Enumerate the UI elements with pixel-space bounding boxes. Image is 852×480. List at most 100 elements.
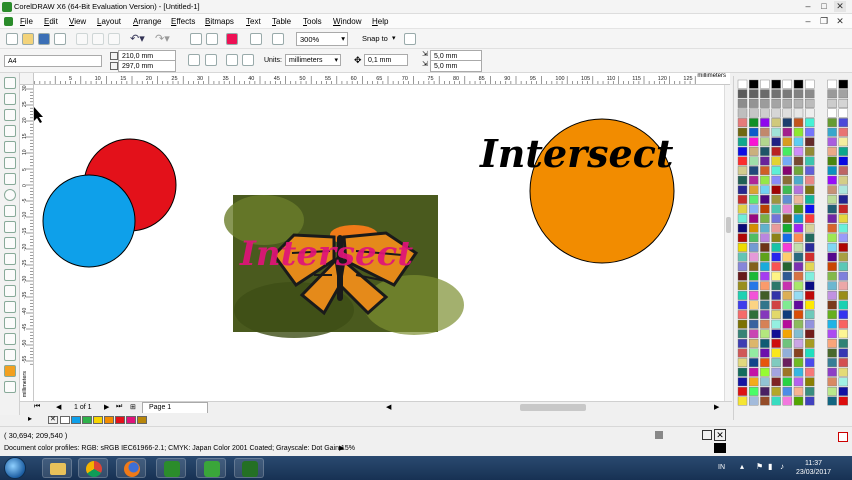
paste-icon[interactable] [108,33,120,45]
palette-swatch[interactable] [838,146,849,156]
palette-swatch[interactable] [793,79,804,89]
palette-swatch[interactable] [793,396,804,406]
dimension-tool-icon[interactable] [4,269,16,281]
palette-swatch[interactable] [748,329,759,339]
palette-swatch[interactable] [838,223,849,233]
palette-swatch[interactable] [737,339,748,348]
palette-swatch[interactable] [782,310,792,319]
palette-swatch[interactable] [748,175,759,185]
palette-swatch[interactable] [771,348,781,358]
palette-swatch[interactable] [838,329,849,339]
menu-effects[interactable]: Effects [171,17,195,26]
palette-swatch[interactable] [838,339,849,348]
palette-swatch[interactable] [737,358,748,367]
palette-swatch[interactable] [760,223,770,233]
palette-swatch[interactable] [827,166,837,176]
palette-swatch[interactable] [771,108,781,118]
palette-swatch[interactable] [771,290,781,300]
document-palette-swatch[interactable] [104,416,114,424]
palette-swatch[interactable] [827,252,837,262]
options-icon[interactable] [404,33,416,45]
menu-text[interactable]: Text [246,17,261,26]
palette-swatch[interactable] [793,290,804,300]
palette-swatch[interactable] [827,214,837,223]
palette-swatch[interactable] [838,290,849,300]
palette-swatch[interactable] [737,367,748,377]
import-icon[interactable] [190,33,202,45]
palette-swatch[interactable] [737,348,748,358]
palette-swatch[interactable] [737,290,748,300]
palette-swatch[interactable] [838,252,849,262]
palette-swatch[interactable] [737,156,748,166]
ruler-origin[interactable] [20,73,34,85]
palette-swatch[interactable] [737,329,748,339]
palette-swatch[interactable] [771,319,781,329]
palette-swatch[interactable] [782,233,792,243]
drawing-canvas[interactable]: Intersect Intersect [34,85,724,401]
palette-swatch[interactable] [793,194,804,204]
flag-icon[interactable]: ⚑ [756,462,763,471]
palette-swatch[interactable] [804,319,815,329]
palette-swatch[interactable] [827,194,837,204]
palette-swatch[interactable] [793,358,804,367]
palette-swatch[interactable] [827,233,837,243]
palette-swatch[interactable] [838,127,849,137]
palette-swatch[interactable] [737,79,748,89]
palette-swatch[interactable] [760,118,770,128]
palette-swatch[interactable] [793,118,804,128]
rectangle-tool-icon[interactable] [4,173,16,185]
smart-fill-icon[interactable] [4,157,16,169]
freehand-tool-icon[interactable] [4,141,16,153]
palette-swatch[interactable] [782,329,792,339]
palette-swatch[interactable] [793,348,804,358]
close-icon[interactable]: ✕ [834,1,846,12]
palette-swatch[interactable] [748,127,759,137]
palette-swatch[interactable] [827,108,837,118]
palette-swatch[interactable] [782,146,792,156]
corel-app2-taskbar-icon[interactable] [196,458,226,478]
palette-swatch[interactable] [782,194,792,204]
document-palette-swatch[interactable] [82,416,92,424]
document-palette-swatch[interactable] [71,416,81,424]
coreldraw-taskbar-icon[interactable] [156,458,186,478]
palette-swatch[interactable] [760,339,770,348]
palette-swatch[interactable] [804,214,815,223]
zoom-level-select[interactable]: 300% ▾ [296,32,348,46]
welcome-screen-icon[interactable] [272,33,284,45]
palette-swatch[interactable] [748,290,759,300]
palette-swatch[interactable] [804,281,815,291]
palette-swatch[interactable] [838,300,849,310]
palette-swatch[interactable] [760,271,770,281]
palette-swatch[interactable] [748,271,759,281]
palette-swatch[interactable] [782,214,792,223]
chrome-taskbar-icon[interactable] [78,458,108,478]
interactive-fill-icon[interactable] [4,381,16,393]
palette-swatch[interactable] [804,137,815,147]
palette-swatch[interactable] [838,281,849,291]
palette-swatch[interactable] [737,185,748,195]
palette-swatch[interactable] [748,89,759,99]
palette-swatch[interactable] [827,156,837,166]
palette-swatch[interactable] [782,396,792,406]
palette-swatch[interactable] [737,271,748,281]
language-indicator[interactable]: IN [718,464,725,471]
palette-swatch[interactable] [827,175,837,185]
palette-swatch[interactable] [827,358,837,367]
palette-swatch[interactable] [748,166,759,176]
scroll-left-icon[interactable]: ◀ [386,403,391,411]
palette-swatch[interactable] [838,214,849,223]
palette-swatch[interactable] [748,367,759,377]
palette-swatch[interactable] [760,137,770,147]
palette-swatch[interactable] [771,281,781,291]
palette-swatch[interactable] [804,194,815,204]
palette-swatch[interactable] [838,79,849,89]
palette-swatch[interactable] [793,281,804,291]
no-color-swatch[interactable]: ✕ [48,416,58,424]
palette-swatch[interactable] [827,242,837,252]
minimize-icon[interactable]: – [802,1,814,12]
palette-swatch[interactable] [782,367,792,377]
palette-swatch[interactable] [782,79,792,89]
palette-swatch[interactable] [804,348,815,358]
palette-swatch[interactable] [782,156,792,166]
basic-shapes-icon[interactable] [4,221,16,233]
